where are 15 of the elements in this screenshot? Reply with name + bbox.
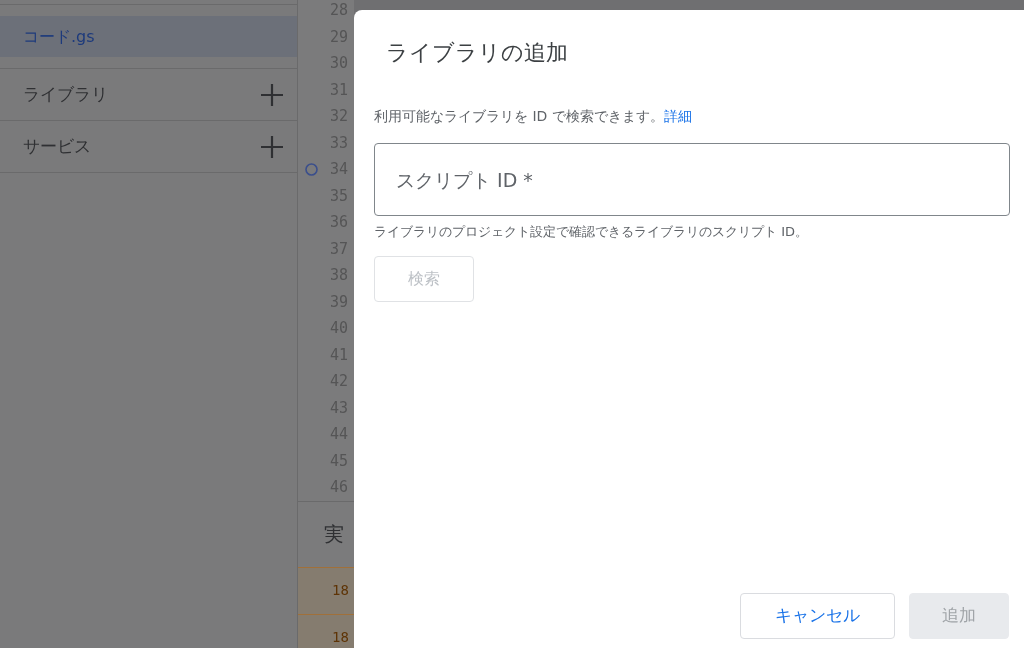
script-id-field[interactable]: スクリプト ID *: [374, 143, 1010, 216]
dialog-title: ライブラリの追加: [386, 39, 568, 67]
panel-title: 実: [324, 521, 344, 548]
log-time: 18: [332, 628, 349, 647]
section-label: サービス: [23, 134, 91, 158]
log-time: 18: [332, 581, 349, 600]
plus-icon[interactable]: [261, 135, 283, 158]
section-label: ライブラリ: [23, 82, 108, 106]
cancel-button[interactable]: キャンセル: [740, 593, 895, 639]
dialog-description: 利用可能なライブラリを ID で検索できます。詳細: [374, 107, 692, 126]
plus-icon[interactable]: [261, 83, 283, 106]
breakpoint-icon[interactable]: [305, 162, 318, 176]
file-item[interactable]: コード.gs: [0, 16, 297, 57]
details-link[interactable]: 詳細: [663, 108, 692, 124]
field-helper-text: ライブラリのプロジェクト設定で確認できるライブラリのスクリプト ID。: [374, 223, 808, 241]
